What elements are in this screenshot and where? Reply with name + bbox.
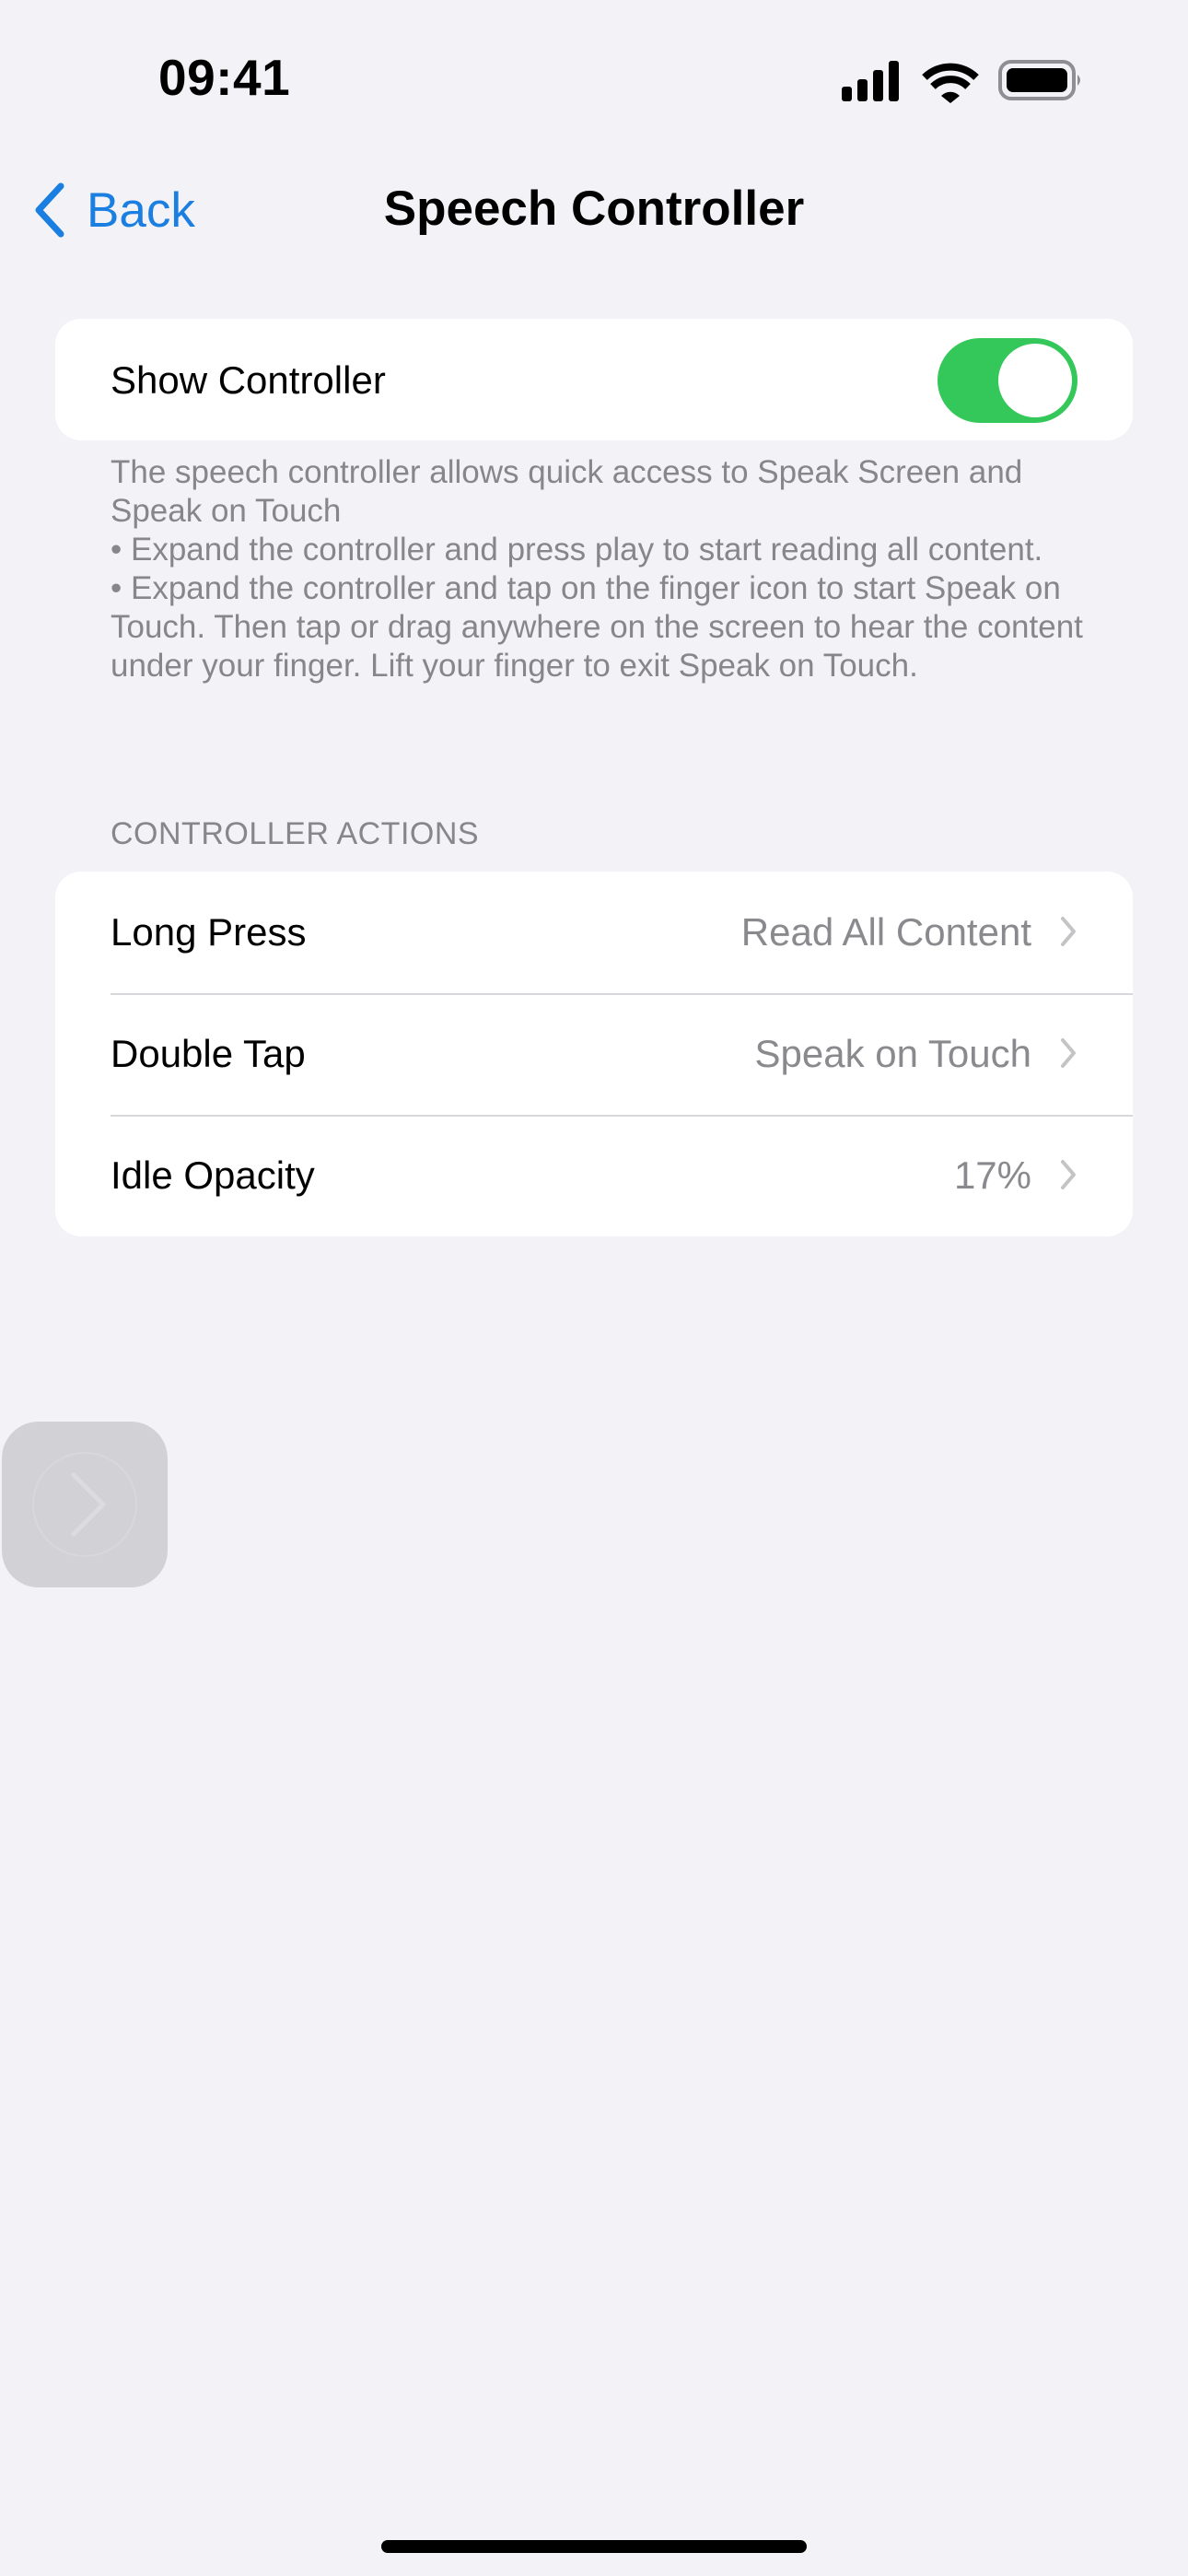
status-icons bbox=[840, 59, 1085, 103]
action-row-long-press[interactable]: Long Press Read All Content bbox=[55, 872, 1133, 993]
status-time: 09:41 bbox=[158, 49, 291, 106]
controller-actions-list: Long Press Read All Content Double Tap S… bbox=[55, 872, 1133, 1236]
floating-speech-controller[interactable] bbox=[2, 1422, 168, 1587]
action-row-double-tap[interactable]: Double Tap Speak on Touch bbox=[55, 993, 1133, 1115]
wifi-icon bbox=[922, 63, 979, 103]
row-label: Double Tap bbox=[111, 1032, 306, 1075]
row-value: 17% bbox=[953, 1153, 1031, 1197]
cellular-signal-icon bbox=[842, 61, 899, 101]
home-indicator[interactable] bbox=[381, 2540, 807, 2553]
row-label: Idle Opacity bbox=[111, 1153, 315, 1197]
show-controller-toggle[interactable] bbox=[938, 338, 1077, 423]
row-value: Speak on Touch bbox=[754, 1032, 1031, 1075]
show-controller-label: Show Controller bbox=[111, 358, 386, 402]
row-value: Read All Content bbox=[740, 910, 1031, 954]
chevron-right-icon bbox=[1061, 1160, 1076, 1189]
controller-description: The speech controller allows quick acces… bbox=[111, 454, 1083, 684]
page-title: Speech Controller bbox=[383, 181, 805, 236]
chevron-right-icon bbox=[1061, 917, 1076, 946]
battery-icon bbox=[998, 60, 1080, 100]
row-label: Long Press bbox=[111, 910, 307, 954]
section-header-controller-actions: CONTROLLER ACTIONS bbox=[111, 816, 480, 851]
action-row-idle-opacity[interactable]: Idle Opacity 17% bbox=[55, 1115, 1133, 1236]
show-controller-row: Show Controller bbox=[55, 319, 1133, 440]
chevron-right-icon bbox=[32, 1452, 137, 1557]
toggle-knob bbox=[998, 344, 1072, 417]
chevron-right-icon bbox=[1061, 1038, 1076, 1068]
